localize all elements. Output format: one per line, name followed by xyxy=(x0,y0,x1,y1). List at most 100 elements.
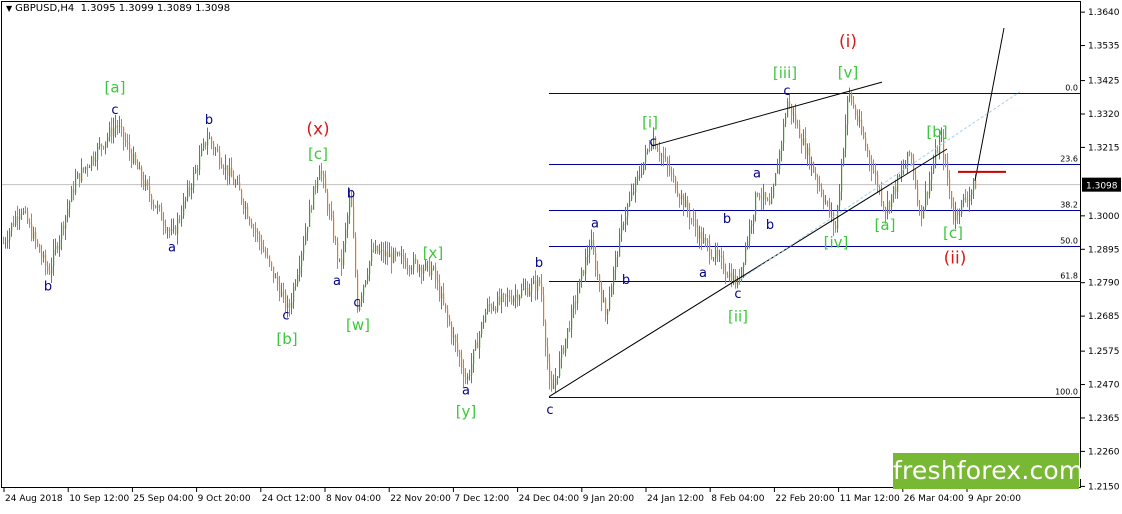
candle-body xyxy=(67,208,69,216)
candle-body xyxy=(267,255,269,257)
candle-body xyxy=(133,153,135,163)
candle-body xyxy=(453,335,455,338)
candle-body xyxy=(225,165,227,171)
candle-body xyxy=(417,260,419,271)
freshforex-logo[interactable]: freshforex.com xyxy=(893,453,1083,489)
candle-body xyxy=(193,172,195,188)
candle-body xyxy=(199,155,201,171)
candle-body xyxy=(77,173,79,179)
candle-body xyxy=(477,341,479,349)
candle-body xyxy=(805,138,807,156)
candle-body xyxy=(537,279,539,291)
candle-body xyxy=(931,172,933,181)
candle-body xyxy=(777,168,779,174)
candle-body xyxy=(471,363,473,376)
candle-body xyxy=(361,295,363,302)
candle-body xyxy=(667,159,669,166)
projection-line xyxy=(974,27,1005,181)
candle-body xyxy=(637,175,639,179)
candle-body xyxy=(439,282,441,299)
candle-body xyxy=(153,204,155,206)
chart-area: 0.0 23.6 38.2 50.0 61.8 100.0 [a] c b b a (x) [c] c [… xyxy=(0,0,1122,510)
candle-body xyxy=(755,193,757,216)
candle-body xyxy=(303,244,305,254)
candle-body xyxy=(203,142,205,149)
wave-label: c xyxy=(353,296,360,311)
candle-body xyxy=(937,149,939,153)
candle-body xyxy=(227,165,229,176)
candle-body xyxy=(317,179,319,188)
candle-body xyxy=(717,249,719,256)
candle-body xyxy=(817,176,819,184)
candle-body xyxy=(323,174,325,179)
candle-body xyxy=(751,224,753,226)
candle-body xyxy=(167,229,169,231)
candle-body xyxy=(729,272,731,278)
candle-body xyxy=(247,206,249,219)
candle-body xyxy=(149,186,151,196)
candle-body xyxy=(409,267,411,270)
candle-body xyxy=(589,248,591,256)
candle-body xyxy=(845,124,847,150)
candle-body xyxy=(269,256,271,263)
candle-body xyxy=(85,167,87,170)
candle-body xyxy=(341,258,343,265)
candle-body xyxy=(129,144,131,153)
candle-body xyxy=(463,367,465,378)
candle-body xyxy=(31,223,33,239)
candle-body xyxy=(299,266,301,275)
candle-body xyxy=(457,342,459,352)
y-tick-label: 1.3215 xyxy=(1088,143,1120,153)
candle-body xyxy=(61,225,63,240)
candle-body xyxy=(313,186,315,210)
candle-body xyxy=(775,173,777,186)
x-tick-label: 24 Jan 12:00 xyxy=(647,494,704,504)
candle-body xyxy=(29,222,31,224)
y-tick-label: 1.3320 xyxy=(1088,110,1120,120)
candle-body xyxy=(201,148,203,156)
candle-body xyxy=(309,206,311,227)
candle-body xyxy=(791,104,793,116)
candle-body xyxy=(567,328,569,339)
candle-body xyxy=(565,338,567,353)
candle-body xyxy=(431,268,433,276)
candle-body xyxy=(961,200,963,214)
candle-body xyxy=(57,245,59,250)
x-tick-label: 25 Sep 04:00 xyxy=(133,494,193,504)
candle-body xyxy=(315,186,317,188)
candle-body xyxy=(555,378,557,386)
candle-body xyxy=(553,385,555,389)
candle-body xyxy=(861,119,863,132)
candle-body xyxy=(301,253,303,267)
fib-level-label: 0.0 xyxy=(1065,84,1078,93)
candle-body xyxy=(451,324,453,338)
candle-body xyxy=(197,169,199,171)
candle-body xyxy=(669,165,671,173)
candle-body xyxy=(413,258,415,269)
candle-body xyxy=(89,166,91,168)
candle-body xyxy=(363,285,365,296)
candle-body xyxy=(727,274,729,278)
candle-body xyxy=(229,167,231,176)
candle-body xyxy=(381,249,383,252)
candle-body xyxy=(799,124,801,139)
candle-body xyxy=(465,377,467,380)
candle-body xyxy=(177,219,179,234)
candle-body xyxy=(215,149,217,151)
candle-body xyxy=(165,225,167,231)
candle-body xyxy=(923,207,925,219)
symbol-header: ▼ GBPUSD,H4 1.3095 1.3099 1.3089 1.3098 xyxy=(6,3,230,14)
candle-body xyxy=(523,288,525,290)
candle-body xyxy=(241,190,243,202)
candle-body xyxy=(487,303,489,312)
candle-body xyxy=(891,194,893,208)
candle-body xyxy=(795,114,797,125)
candle-body xyxy=(337,240,339,259)
dropdown-triangle-icon[interactable]: ▼ xyxy=(6,4,12,13)
wave-label: a xyxy=(333,274,341,289)
candle-body xyxy=(353,206,355,238)
candle-body xyxy=(929,180,931,195)
candle-body xyxy=(561,347,563,359)
candle-body xyxy=(209,138,211,140)
candle-body xyxy=(827,201,829,203)
